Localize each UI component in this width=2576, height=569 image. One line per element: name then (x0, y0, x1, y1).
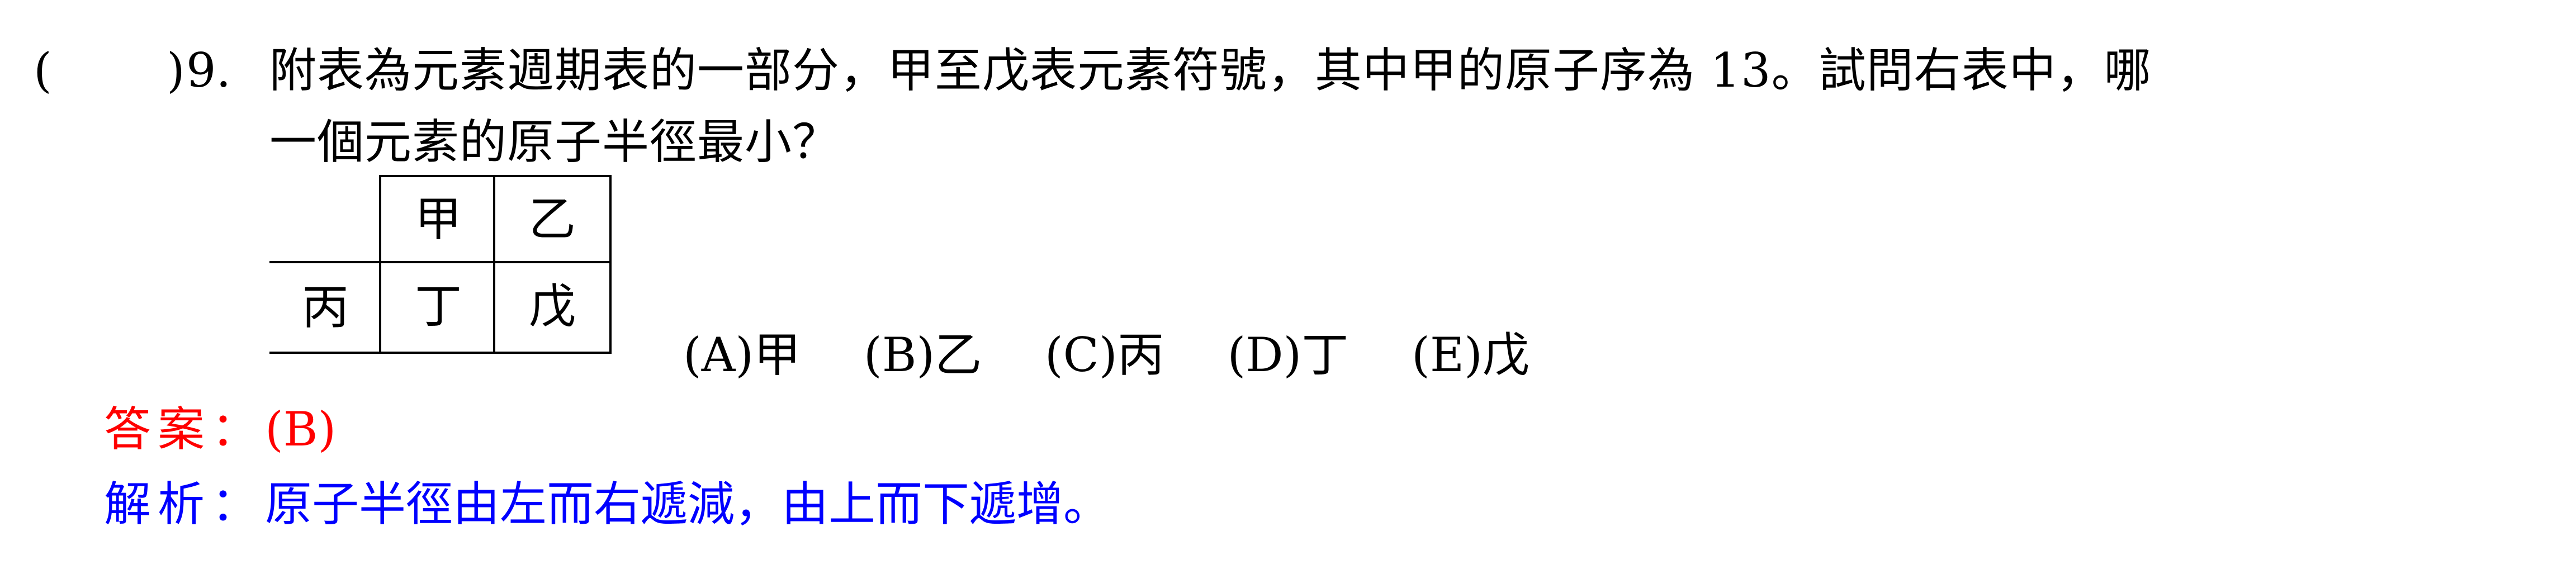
option-e: (E)戊 (1412, 328, 1530, 382)
explanation-row: 解析：原子半徑由左而右遞減，由上而下遞增。 (104, 481, 1110, 528)
option-d: (D)丁 (1227, 328, 1349, 382)
explanation-text: 原子半徑由左而右遞減，由上而下遞增。 (265, 477, 1111, 532)
answer-label: 答案： (104, 402, 266, 457)
periodic-table-fragment: 甲 乙 丙 丁 戊 (269, 175, 612, 354)
answer-blank-open-paren: ( (34, 43, 52, 98)
option-a: (A)甲 (683, 328, 801, 382)
table-cell-wu: 戊 (493, 261, 612, 354)
option-b: (B)乙 (863, 328, 982, 382)
answer-blank-close-paren: ) (167, 43, 185, 98)
question-text-line-2: 一個元素的原子半徑最小？ (269, 115, 840, 169)
answer-row: 答案：(B) (104, 406, 336, 453)
question-number: 9. (186, 43, 231, 98)
question-text-line-1: 附表為元素週期表的一部分，甲至戊表元素符號，其中甲的原子序為 13。試問右表中，… (269, 43, 2152, 98)
explanation-label: 解析： (104, 477, 266, 532)
table-cell-ding: 丁 (379, 261, 495, 354)
answer-value: (B) (265, 402, 337, 457)
table-cell-yi: 乙 (493, 175, 612, 263)
answer-options: (A)甲 (B)乙 (C)丙 (D)丁 (E)戊 (683, 331, 1530, 378)
table-cell-bing: 丙 (269, 261, 381, 354)
table-cell-jia: 甲 (379, 175, 495, 263)
option-c: (C)丙 (1044, 328, 1164, 382)
